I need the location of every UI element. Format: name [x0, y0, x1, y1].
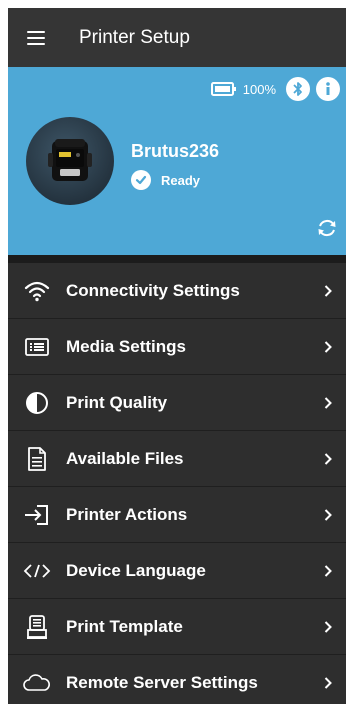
chevron-right-icon [310, 284, 346, 298]
menu-item-printer-actions[interactable]: Printer Actions [8, 487, 346, 543]
menu-label: Available Files [66, 448, 184, 468]
menu-item-remote-server-settings[interactable]: Remote Server Settings [8, 655, 346, 704]
printer-status: Ready [131, 170, 200, 190]
battery-percentage: 100% [242, 81, 276, 97]
bluetooth-icon[interactable] [286, 77, 310, 101]
chevron-right-icon [310, 508, 346, 522]
printer-header: 100% Brutus236 Ready [8, 67, 346, 263]
chevron-right-icon [310, 396, 346, 410]
chevron-right-icon [310, 340, 346, 354]
hamburger-menu-icon[interactable] [8, 8, 64, 67]
menu-label: Remote Server Settings [66, 672, 258, 692]
app-bar: Printer Setup [8, 8, 346, 67]
app-title: Printer Setup [79, 26, 190, 48]
menu-label: Connectivity Settings [66, 280, 240, 300]
chevron-right-icon [310, 452, 346, 466]
battery-icon [210, 81, 237, 97]
info-icon[interactable] [316, 77, 340, 101]
menu-label: Printer Actions [66, 504, 188, 524]
check-icon [131, 170, 151, 190]
printer-image [26, 117, 114, 205]
wifi-icon [8, 280, 66, 302]
menu-item-print-template[interactable]: Print Template [8, 599, 346, 655]
menu-item-connectivity-settings[interactable]: Connectivity Settings [8, 263, 346, 319]
document-icon [8, 446, 66, 472]
printer-name: Brutus236 [131, 141, 220, 161]
menu-item-device-language[interactable]: Device Language [8, 543, 346, 599]
code-icon [8, 562, 66, 580]
chevron-right-icon [310, 620, 346, 634]
login-arrow-icon [8, 504, 66, 526]
app-screen: Printer Setup 100% Brutus236 Ready Conne… [8, 8, 346, 704]
menu-label: Media Settings [66, 336, 186, 356]
list-box-icon [8, 336, 66, 358]
status-row: 100% [210, 77, 340, 101]
status-text: Ready [161, 172, 201, 188]
menu-item-media-settings[interactable]: Media Settings [8, 319, 346, 375]
menu-label: Device Language [66, 560, 206, 580]
chevron-right-icon [310, 564, 346, 578]
menu-item-print-quality[interactable]: Print Quality [8, 375, 346, 431]
menu-label: Print Template [66, 616, 183, 636]
refresh-icon[interactable] [316, 217, 338, 239]
settings-menu: Connectivity Settings Media Settings Pri… [8, 263, 346, 704]
chevron-right-icon [310, 676, 346, 690]
menu-label: Print Quality [66, 392, 168, 412]
menu-item-available-files[interactable]: Available Files [8, 431, 346, 487]
contrast-icon [8, 391, 66, 415]
printer-template-icon [8, 614, 66, 640]
cloud-icon [8, 673, 66, 693]
